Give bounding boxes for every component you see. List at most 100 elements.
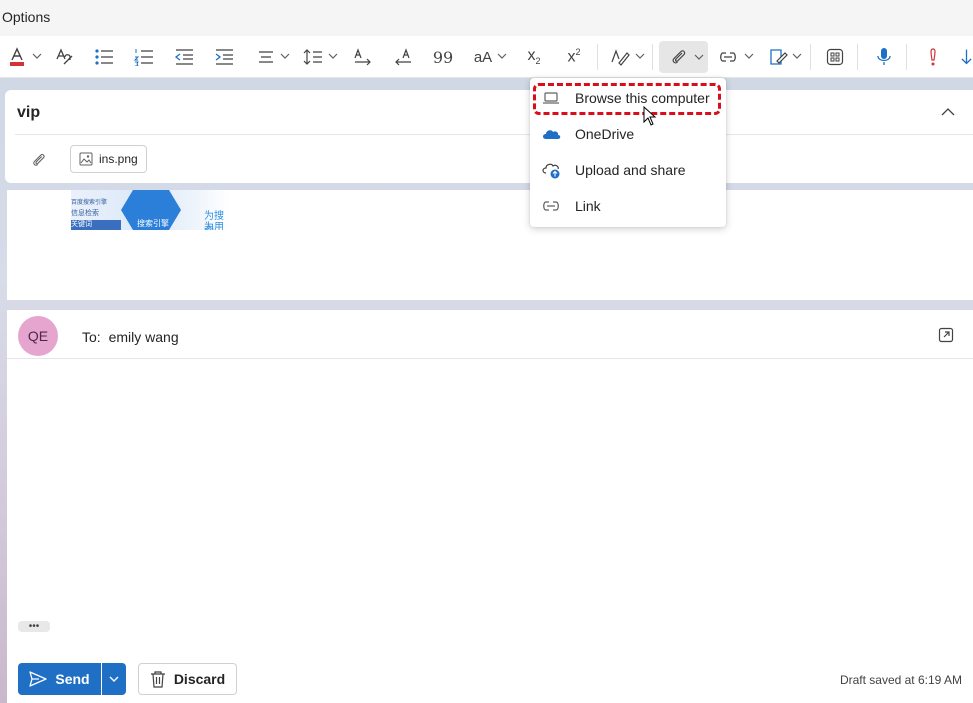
rtl-button[interactable] — [392, 42, 414, 72]
align-center-icon — [259, 51, 273, 63]
increase-indent-button[interactable] — [213, 42, 235, 72]
link-icon — [720, 52, 736, 62]
increase-indent-icon — [215, 49, 233, 65]
numbered-list-icon — [134, 49, 153, 66]
align-button[interactable] — [255, 42, 277, 72]
to-field[interactable]: To: emily wang — [82, 329, 179, 345]
superscript-button[interactable]: x2 — [563, 42, 585, 72]
chevron-down-icon[interactable] — [497, 52, 507, 60]
chevron-down-icon — [109, 676, 119, 682]
onedrive-cloud-icon — [543, 130, 561, 139]
subject-divider — [15, 134, 973, 135]
menu-item-upload-and-share[interactable]: Upload and share — [530, 152, 726, 188]
text-direction-ltr-icon — [354, 48, 371, 66]
exclamation-icon — [930, 48, 936, 66]
image-text: 百度搜索引擎 — [71, 200, 108, 206]
spelling-icon — [56, 48, 73, 65]
toolbar-divider — [906, 44, 907, 70]
toolbar-divider — [810, 44, 811, 70]
paperclip-icon — [33, 154, 45, 166]
subscript-icon: x2 — [527, 47, 541, 67]
subject-field[interactable]: vip — [17, 104, 40, 122]
send-button[interactable]: Send — [18, 663, 101, 695]
font-color-icon — [10, 47, 24, 66]
send-options-button[interactable] — [102, 663, 126, 695]
attachment-file-name: ins.png — [99, 152, 138, 166]
to-label: To: — [82, 329, 101, 345]
compose-divider — [7, 358, 973, 359]
show-more-button[interactable]: ••• — [18, 621, 50, 632]
attach-file-button[interactable] — [659, 41, 708, 73]
decrease-indent-button[interactable] — [173, 42, 195, 72]
signature-button[interactable] — [767, 42, 789, 72]
bullet-list-icon — [95, 49, 113, 65]
popout-icon[interactable] — [938, 327, 954, 343]
font-color-button[interactable] — [6, 42, 28, 72]
menu-item-label: OneDrive — [575, 126, 635, 142]
image-text: 信息检索 — [71, 210, 99, 217]
apps-button[interactable] — [824, 42, 846, 72]
compose-card: QE To: emily wang ••• Send Discard Draft… — [7, 310, 973, 703]
dictate-button[interactable] — [873, 42, 895, 72]
chevron-up-icon[interactable] — [939, 104, 957, 120]
styles-pen-icon — [611, 49, 630, 66]
line-spacing-button[interactable] — [302, 42, 324, 72]
chevron-down-icon[interactable] — [792, 52, 802, 60]
image-file-icon — [79, 152, 93, 166]
subscript-button[interactable]: x2 — [523, 42, 545, 72]
paperclip-icon — [672, 50, 686, 64]
chevron-down-icon[interactable] — [32, 52, 42, 60]
low-importance-button[interactable] — [960, 42, 973, 72]
draft-status: Draft saved at 6:19 AM — [839, 673, 962, 687]
message-preview: 百度搜索引擎 信息检索 关键词 搜索引擎 为搜索 为用户 — [7, 190, 973, 300]
toolbar-divider — [652, 44, 653, 70]
send-icon — [29, 671, 48, 687]
highlight-annotation — [533, 83, 721, 115]
image-text: 搜索引擎 — [137, 219, 169, 228]
apps-grid-icon — [826, 48, 844, 66]
insert-link-button[interactable] — [717, 42, 739, 72]
top-bar: Options — [0, 0, 973, 36]
menu-item-label: Upload and share — [575, 162, 686, 178]
change-case-button[interactable]: aA — [472, 42, 494, 72]
change-case-icon: aA — [473, 48, 493, 66]
arrow-down-icon — [961, 49, 972, 65]
recipient-name[interactable]: emily wang — [109, 329, 179, 345]
chevron-down-icon[interactable] — [280, 52, 290, 60]
styles-button[interactable] — [609, 42, 631, 72]
ltr-button[interactable] — [352, 42, 374, 72]
tab-options[interactable]: Options — [2, 9, 50, 25]
discard-button[interactable]: Discard — [138, 663, 237, 695]
toolbar-divider — [597, 44, 598, 70]
inline-image[interactable]: 百度搜索引擎 信息检索 关键词 搜索引擎 为搜索 为用户 — [71, 190, 231, 230]
chevron-down-icon[interactable] — [328, 52, 338, 60]
cloud-upload-icon — [542, 163, 560, 179]
attachment-chip[interactable]: ins.png — [70, 145, 147, 173]
high-importance-button[interactable] — [922, 42, 944, 72]
avatar: QE — [18, 316, 58, 356]
spelling-button[interactable] — [54, 42, 76, 72]
discard-label: Discard — [173, 671, 226, 687]
superscript-icon: x2 — [567, 47, 581, 66]
chevron-down-icon[interactable] — [635, 52, 645, 60]
image-text: 为用户 — [204, 222, 224, 230]
image-text: 关键词 — [71, 221, 92, 228]
menu-item-label: Link — [575, 198, 601, 214]
format-toolbar: 99 aA x2 x2 — [0, 36, 973, 78]
toolbar-divider — [857, 44, 858, 70]
line-spacing-icon — [303, 49, 322, 65]
numbering-button[interactable] — [133, 42, 155, 72]
quote-button[interactable]: 99 — [432, 42, 454, 72]
subject-card: vip ins.png — [5, 90, 973, 183]
text-direction-rtl-icon — [395, 48, 411, 66]
menu-item-link[interactable]: Link — [530, 188, 726, 224]
trash-icon — [150, 671, 165, 688]
chevron-down-icon — [694, 54, 704, 60]
mouse-cursor-icon — [643, 106, 657, 126]
bullets-button[interactable] — [93, 42, 115, 72]
link-icon — [543, 201, 559, 211]
chevron-down-icon[interactable] — [744, 52, 754, 60]
signature-icon — [770, 49, 788, 65]
quote-icon: 99 — [432, 47, 454, 67]
menu-item-onedrive[interactable]: OneDrive — [530, 116, 726, 152]
